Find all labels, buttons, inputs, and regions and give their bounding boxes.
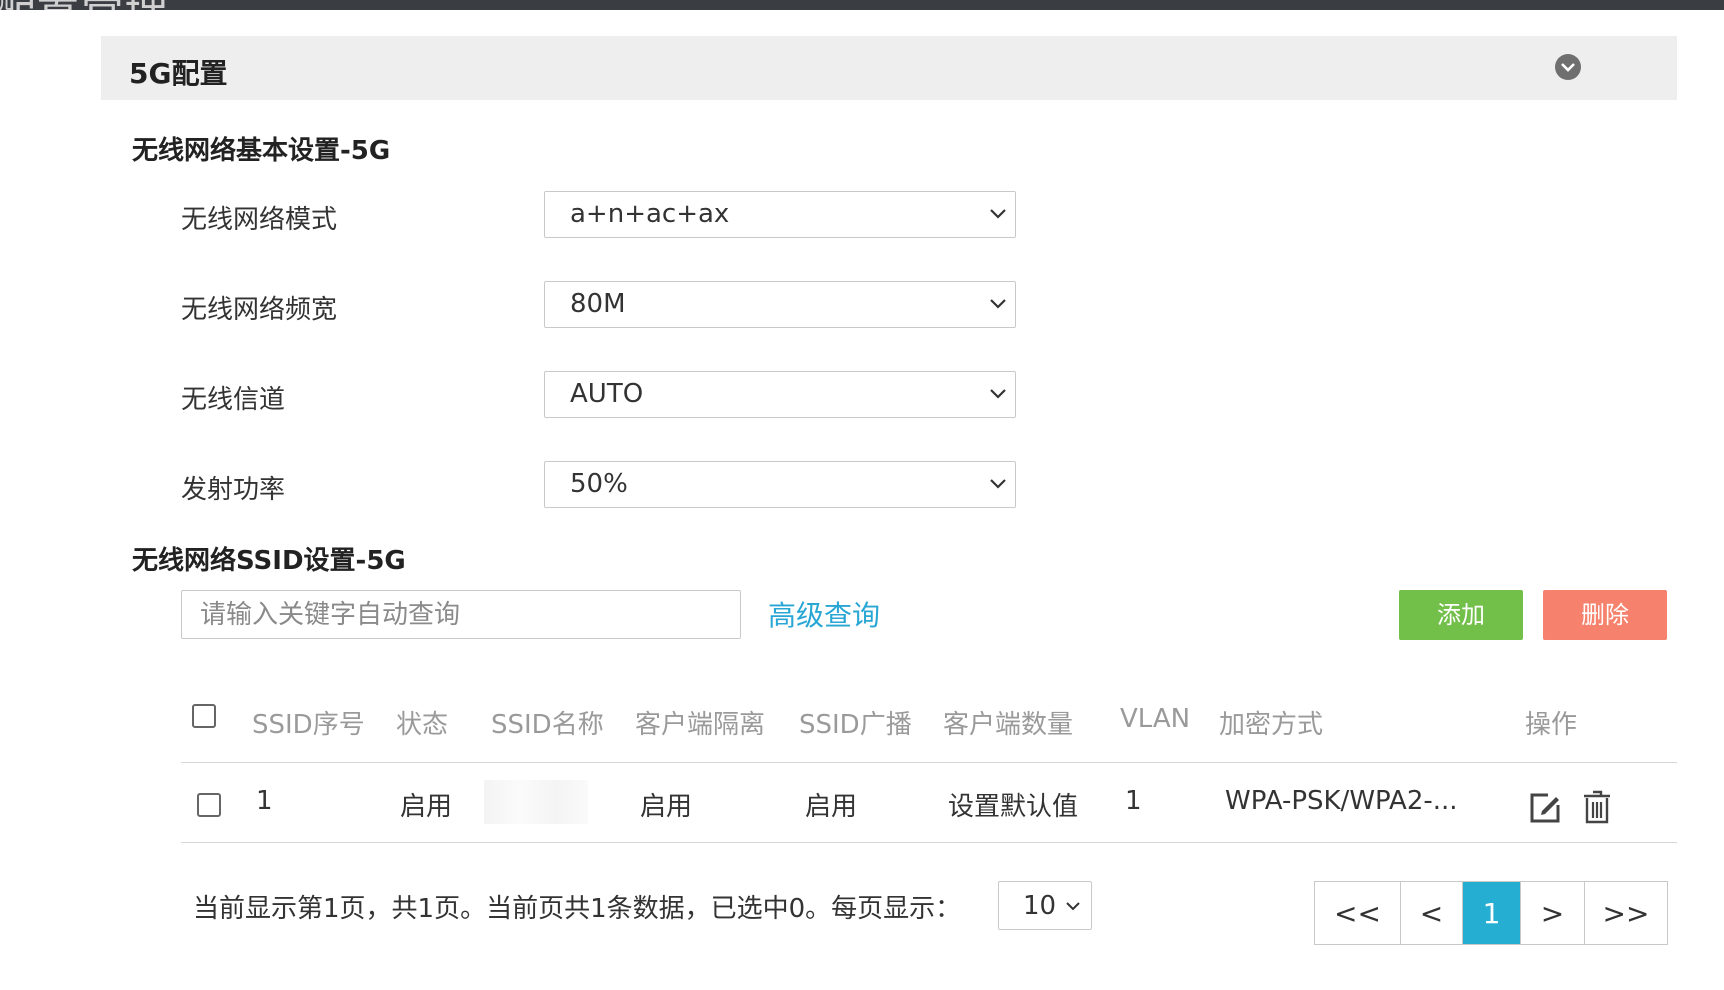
channel-label: 无线信道 [181,385,286,415]
col-actions: 操作 [1525,710,1578,740]
current-page-button[interactable]: 1 [1463,882,1521,944]
channel-select[interactable]: AUTO [544,371,1016,418]
chevron-circle-icon[interactable] [1555,54,1581,80]
page-title-partial: 配置管理 [0,0,168,10]
search-input[interactable] [181,590,741,639]
chevron-down-icon [990,209,1006,219]
bandwidth-label: 无线网络频宽 [181,295,338,325]
power-label: 发射功率 [181,475,286,505]
trash-icon[interactable] [1582,789,1612,829]
power-select[interactable]: 50% [544,461,1016,508]
header-divider [181,762,1677,763]
col-ssid-broadcast: SSID广播 [799,710,912,740]
edit-icon[interactable] [1528,791,1562,829]
col-vlan: VLAN [1120,704,1191,734]
col-client-count: 客户端数量 [943,710,1074,740]
power-value: 50% [570,469,628,499]
cell-index: 1 [256,786,273,816]
mode-value: a+n+ac+ax [570,199,730,229]
top-bar: 配置管理 [0,0,1724,10]
panel-header[interactable]: 5G配置 [101,36,1677,100]
chevron-down-icon [990,299,1006,309]
channel-value: AUTO [570,379,644,409]
cell-clients: 设置默认值 [948,792,1079,822]
cell-vlan: 1 [1125,786,1142,816]
chevron-down-icon [990,479,1006,489]
cell-isolation: 启用 [640,792,693,822]
panel-title: 5G配置 [129,57,228,90]
cell-broadcast: 启用 [805,792,858,822]
col-encryption: 加密方式 [1219,710,1324,740]
basic-settings-title: 无线网络基本设置-5G [132,136,391,166]
advanced-query-link[interactable]: 高级查询 [768,594,880,634]
next-page-button[interactable]: > [1521,882,1585,944]
chevron-down-icon [1066,902,1080,911]
cell-encryption: WPA-PSK/WPA2-... [1225,786,1458,816]
pagination: << < 1 > >> [1314,881,1668,945]
col-ssid-index: SSID序号 [252,710,365,740]
page-size-select[interactable]: 10 [998,881,1092,930]
last-page-button[interactable]: >> [1585,882,1667,944]
bandwidth-select[interactable]: 80M [544,281,1016,328]
prev-page-button[interactable]: < [1401,882,1463,944]
delete-button[interactable]: 删除 [1543,590,1667,640]
mode-select[interactable]: a+n+ac+ax [544,191,1016,238]
cell-status: 启用 [400,792,453,822]
select-all-checkbox[interactable] [192,704,216,728]
ssid-settings-title: 无线网络SSID设置-5G [132,546,406,576]
cell-ssid-name-redacted [484,780,588,824]
first-page-button[interactable]: << [1315,882,1401,944]
col-status: 状态 [396,710,449,740]
mode-label: 无线网络模式 [181,205,338,235]
page-size-value: 10 [1023,891,1057,921]
col-ssid-name: SSID名称 [491,710,604,740]
bandwidth-value: 80M [570,289,626,319]
row-divider [181,842,1677,843]
add-button[interactable]: 添加 [1399,590,1523,640]
chevron-down-icon [990,389,1006,399]
pagination-summary: 当前显示第1页，共1页。当前页共1条数据，已选中0。每页显示： [193,894,962,924]
col-client-isolation: 客户端隔离 [635,710,766,740]
row-checkbox[interactable] [197,793,221,817]
